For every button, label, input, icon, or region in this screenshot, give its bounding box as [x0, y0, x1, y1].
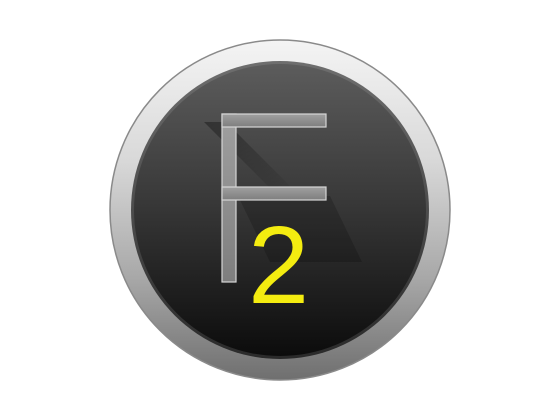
icon-stage: 2 [0, 0, 560, 420]
number-two: 2 [248, 204, 309, 327]
f2-app-icon: 2 [109, 39, 451, 381]
